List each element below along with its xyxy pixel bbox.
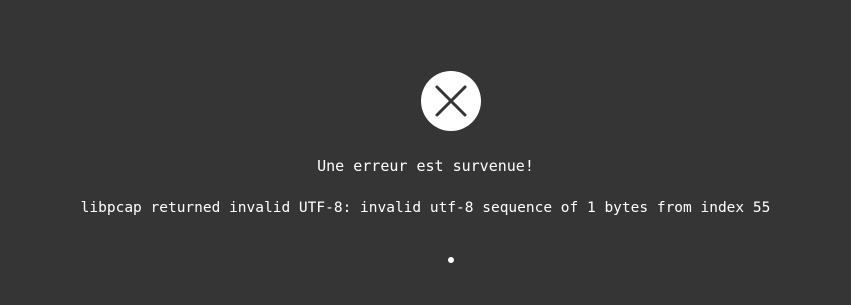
error-title: Une erreur est survenue! [317,157,534,175]
x-mark-icon [435,85,467,117]
close-circle-icon [421,71,481,131]
error-message: libpcap returned invalid UTF-8: invalid … [80,200,771,216]
loading-dot-icon [448,257,454,263]
